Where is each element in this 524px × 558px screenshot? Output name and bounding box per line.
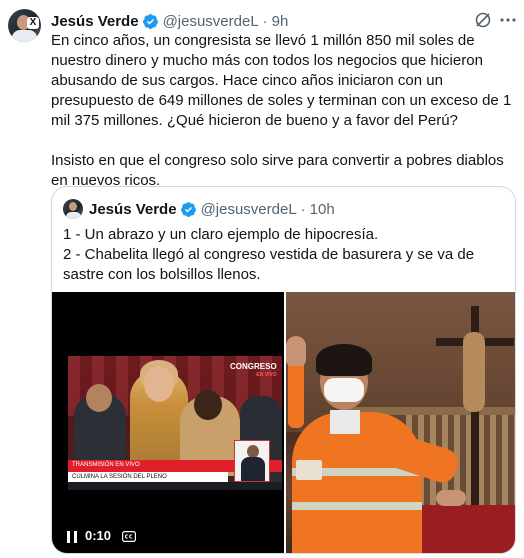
video-lower-bar-text: TRANSMISIÓN EN VIVO — [72, 462, 140, 468]
quoted-author-name[interactable]: Jesús Verde — [89, 201, 177, 218]
reflective-stripe — [292, 502, 422, 510]
quoted-tweet-text: 1 - Un abrazo y un claro ejemplo de hipo… — [63, 225, 508, 285]
avatar-shirt — [66, 212, 81, 219]
grok-icon[interactable] — [473, 10, 493, 30]
verified-badge-icon — [180, 201, 196, 217]
white-collar — [330, 410, 360, 434]
interpreter-body — [241, 457, 265, 481]
quoted-tweet-time[interactable]: 10h — [310, 201, 335, 218]
quoted-media-grid: CONGRESO EN VIVO TRANSMISIÓN EN VIVO CUL… — [52, 292, 515, 553]
sign-language-interpreter — [234, 440, 270, 482]
photo-bottom-rail — [406, 505, 515, 553]
raised-hand — [286, 336, 306, 366]
video-lower-title: CULMINA LA SESIÓN DEL PLENO — [68, 472, 228, 482]
closed-captions-icon[interactable] — [122, 531, 136, 542]
more-icon[interactable] — [498, 10, 518, 30]
avatar-shirt — [12, 30, 37, 42]
separator-dot: · — [262, 12, 268, 30]
tweet-time[interactable]: 9h — [272, 13, 289, 30]
channel-logo-text: CONGRESO — [230, 362, 277, 371]
video-controls: 0:10 — [52, 518, 284, 553]
verified-badge-icon — [142, 13, 158, 29]
tweet-paragraph: En cinco años, un congresista se llevó 1… — [51, 32, 512, 129]
video-person-head — [144, 366, 174, 402]
hand — [436, 490, 466, 506]
video-person-head — [194, 390, 222, 420]
quoted-author-avatar[interactable] — [63, 199, 83, 219]
video-person-head — [86, 384, 112, 412]
avatar-face — [69, 202, 77, 211]
tweet-header: Jesús Verde @jesusverdeL · 9h — [51, 11, 288, 31]
face-mask — [324, 378, 364, 402]
tweet-paragraph: Insisto en que el congreso solo sirve pa… — [51, 152, 504, 189]
person-hair — [316, 344, 372, 376]
jacket-badge — [296, 460, 322, 480]
quoted-tweet-header: Jesús Verde @jesusverdeL · 10h — [89, 200, 335, 218]
tweet-text: En cinco años, un congresista se llevó 1… — [51, 31, 514, 191]
quoted-photo[interactable] — [286, 292, 515, 553]
author-handle[interactable]: @jesusverdeL — [163, 13, 259, 30]
channel-logo-sub: EN VIVO — [256, 372, 277, 378]
video-frame: CONGRESO EN VIVO TRANSMISIÓN EN VIVO CUL… — [68, 356, 282, 490]
pause-icon[interactable] — [67, 531, 77, 543]
tweet[interactable]: X Jesús Verde @jesusverdeL · 9h En cinco… — [0, 0, 524, 558]
quoted-author-handle[interactable]: @jesusverdeL — [201, 201, 297, 218]
quoted-tweet-line: 2 - Chabelita llegó al congreso vestida … — [63, 246, 475, 283]
separator-dot: · — [300, 200, 306, 218]
video-ticker — [68, 482, 282, 490]
channel-logo: CONGRESO EN VIVO — [230, 362, 277, 380]
quoted-tweet-line: 1 - Un abrazo y un claro ejemplo de hipo… — [63, 226, 379, 243]
crucifix-figure — [463, 332, 485, 412]
video-player[interactable]: CONGRESO EN VIVO TRANSMISIÓN EN VIVO CUL… — [52, 292, 284, 553]
video-timecode: 0:10 — [85, 528, 112, 543]
x-logo-icon: X — [27, 17, 39, 29]
author-name[interactable]: Jesús Verde — [51, 13, 139, 30]
author-avatar[interactable]: X — [8, 9, 41, 42]
quoted-tweet[interactable]: Jesús Verde @jesusverdeL · 10h 1 - Un ab… — [51, 186, 516, 554]
